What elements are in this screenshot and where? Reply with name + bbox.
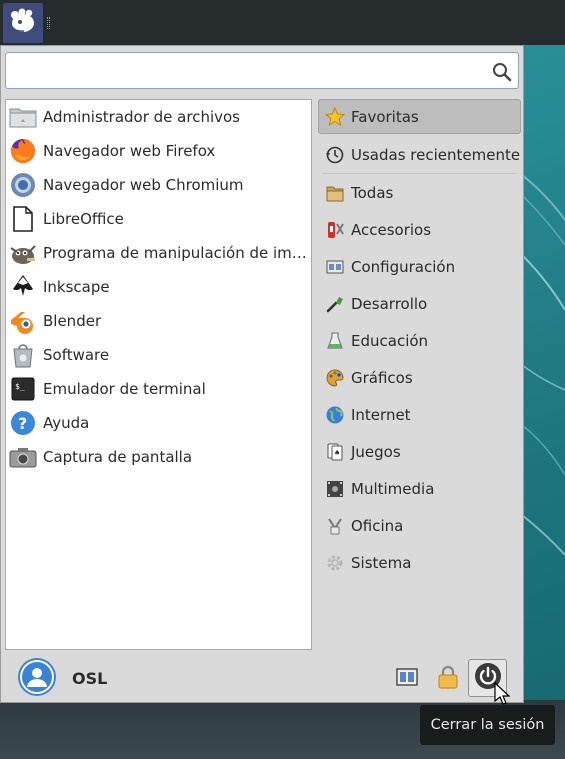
office-icon	[324, 515, 346, 537]
lock-icon	[437, 665, 459, 693]
app-item-gimp[interactable]: Programa de manipulación de imá…	[6, 236, 311, 270]
category-multimedia[interactable]: Multimedia	[318, 470, 521, 507]
whisker-menu: Administrador de archivos Navegador web …	[0, 45, 524, 703]
category-sistema[interactable]: Sistema	[318, 544, 521, 581]
app-label: Captura de pantalla	[43, 448, 193, 466]
user-avatar-icon[interactable]	[18, 658, 56, 696]
screenshot-icon	[9, 443, 37, 471]
settings-manager-icon	[396, 667, 418, 691]
category-label: Usadas recientemente	[351, 145, 521, 164]
games-icon: ♠	[324, 441, 346, 463]
category-configuracion[interactable]: Configuración	[318, 248, 521, 285]
education-icon	[324, 330, 346, 352]
internet-globe-icon	[324, 404, 346, 426]
app-label: Inkscape	[43, 278, 110, 296]
app-item-software[interactable]: Software	[6, 338, 311, 372]
app-label: Administrador de archivos	[43, 108, 240, 126]
software-center-icon	[9, 341, 37, 369]
svg-text:♠: ♠	[334, 449, 340, 457]
svg-text:?: ?	[18, 414, 27, 433]
help-icon: ?	[9, 409, 37, 437]
category-educacion[interactable]: Educación	[318, 322, 521, 359]
category-label: Oficina	[351, 516, 404, 535]
category-oficina[interactable]: Oficina	[318, 507, 521, 544]
app-item-screenshot[interactable]: Captura de pantalla	[6, 440, 311, 474]
category-label: Sistema	[351, 553, 412, 572]
system-gear-icon	[324, 552, 346, 574]
category-favoritas[interactable]: Favoritas	[318, 99, 521, 134]
app-item-chromium[interactable]: Navegador web Chromium	[6, 168, 311, 202]
all-apps-icon	[324, 182, 346, 204]
search-input[interactable]	[12, 59, 482, 83]
category-todas[interactable]: Todas	[318, 174, 521, 211]
app-label: Navegador web Chromium	[43, 176, 244, 194]
category-accesorios[interactable]: Accesorios	[318, 211, 521, 248]
chromium-icon	[9, 171, 37, 199]
menu-footer: OSL	[1, 654, 523, 702]
logout-tooltip: Cerrar la sesión	[420, 705, 555, 745]
category-label: Favoritas	[351, 107, 419, 126]
category-usadas-recientemente[interactable]: Usadas recientemente	[318, 136, 521, 173]
star-icon	[324, 106, 346, 128]
app-item-terminal[interactable]: $_ Emulador de terminal	[6, 372, 311, 406]
app-item-file-manager[interactable]: Administrador de archivos	[6, 100, 311, 134]
desktop-wallpaper	[522, 45, 565, 759]
username: OSL	[72, 669, 108, 688]
category-list: Favoritas Usadas recientemente Todas Acc…	[318, 99, 521, 650]
search-box[interactable]	[5, 52, 519, 89]
svg-text:$_: $_	[15, 382, 25, 391]
app-item-libreoffice[interactable]: LibreOffice	[6, 202, 311, 236]
file-manager-icon	[9, 103, 37, 131]
app-label: Software	[43, 346, 110, 364]
app-item-firefox[interactable]: Navegador web Firefox	[6, 134, 311, 168]
category-label: Juegos	[351, 442, 401, 461]
whisker-menu-button[interactable]	[3, 3, 43, 43]
top-panel	[0, 0, 565, 45]
firefox-icon	[9, 137, 37, 165]
app-label: Emulador de terminal	[43, 380, 206, 398]
category-label: Accesorios	[351, 220, 432, 239]
app-item-help[interactable]: ? Ayuda	[6, 406, 311, 440]
settings-manager-button[interactable]	[395, 667, 419, 691]
application-list: Administrador de archivos Navegador web …	[5, 99, 312, 650]
lock-screen-button[interactable]	[436, 665, 460, 693]
app-label: Blender	[43, 312, 102, 330]
app-label: Ayuda	[43, 414, 90, 432]
xfce-mouse-logo-icon	[8, 6, 38, 40]
category-graficos[interactable]: Gráficos	[318, 359, 521, 396]
category-label: Configuración	[351, 257, 456, 276]
category-label: Desarrollo	[351, 294, 428, 313]
libreoffice-icon	[9, 205, 37, 233]
development-icon	[324, 293, 346, 315]
category-label: Educación	[351, 331, 429, 350]
gimp-icon	[9, 239, 37, 267]
multimedia-icon	[324, 478, 346, 500]
app-item-inkscape[interactable]: Inkscape	[6, 270, 311, 304]
app-item-blender[interactable]: Blender	[6, 304, 311, 338]
app-label: LibreOffice	[43, 210, 124, 228]
graphics-icon	[324, 367, 346, 389]
panel-handle[interactable]	[47, 17, 50, 29]
category-juegos[interactable]: ♠ Juegos	[318, 433, 521, 470]
category-label: Internet	[351, 405, 411, 424]
category-internet[interactable]: Internet	[318, 396, 521, 433]
settings-icon	[324, 256, 346, 278]
history-icon	[324, 144, 346, 166]
search-icon[interactable]	[492, 62, 512, 86]
category-label: Todas	[351, 183, 394, 202]
app-label: Navegador web Firefox	[43, 142, 216, 160]
mouse-pointer-icon	[494, 681, 512, 710]
terminal-icon: $_	[9, 375, 37, 403]
category-label: Multimedia	[351, 479, 435, 498]
category-label: Gráficos	[351, 368, 413, 387]
blender-icon	[9, 307, 37, 335]
app-label: Programa de manipulación de imá…	[43, 244, 308, 262]
category-desarrollo[interactable]: Desarrollo	[318, 285, 521, 322]
accessories-icon	[324, 219, 346, 241]
inkscape-icon	[9, 273, 37, 301]
